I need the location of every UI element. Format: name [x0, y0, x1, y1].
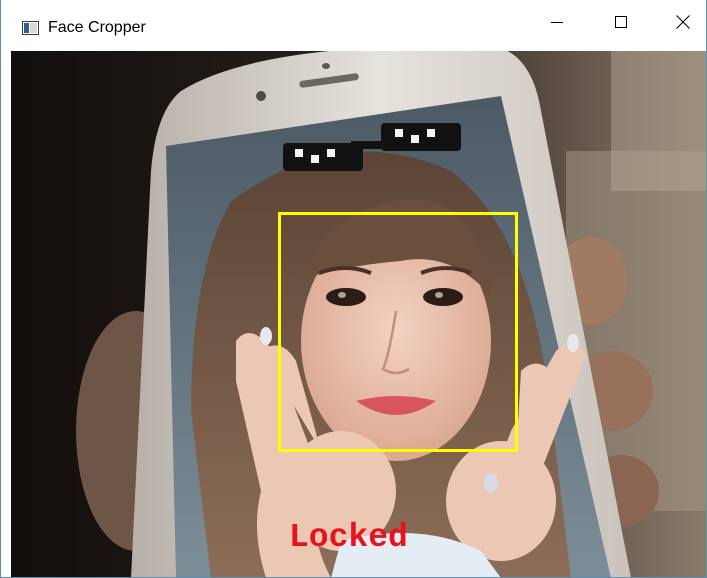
lock-status-label: Locked	[289, 519, 408, 556]
face-detection-box	[278, 212, 518, 452]
app-icon	[22, 21, 39, 35]
close-icon	[676, 15, 690, 29]
minimize-button[interactable]	[534, 0, 580, 44]
minimize-icon	[551, 22, 563, 23]
title-bar[interactable]: Face Cropper	[1, 0, 706, 44]
window-title: Face Cropper	[48, 19, 146, 36]
maximize-button[interactable]	[598, 0, 644, 44]
maximize-icon	[615, 16, 627, 28]
close-button[interactable]	[660, 0, 706, 44]
video-feed: Locked	[11, 51, 706, 577]
app-window: Face Cropper Locked	[0, 0, 707, 578]
